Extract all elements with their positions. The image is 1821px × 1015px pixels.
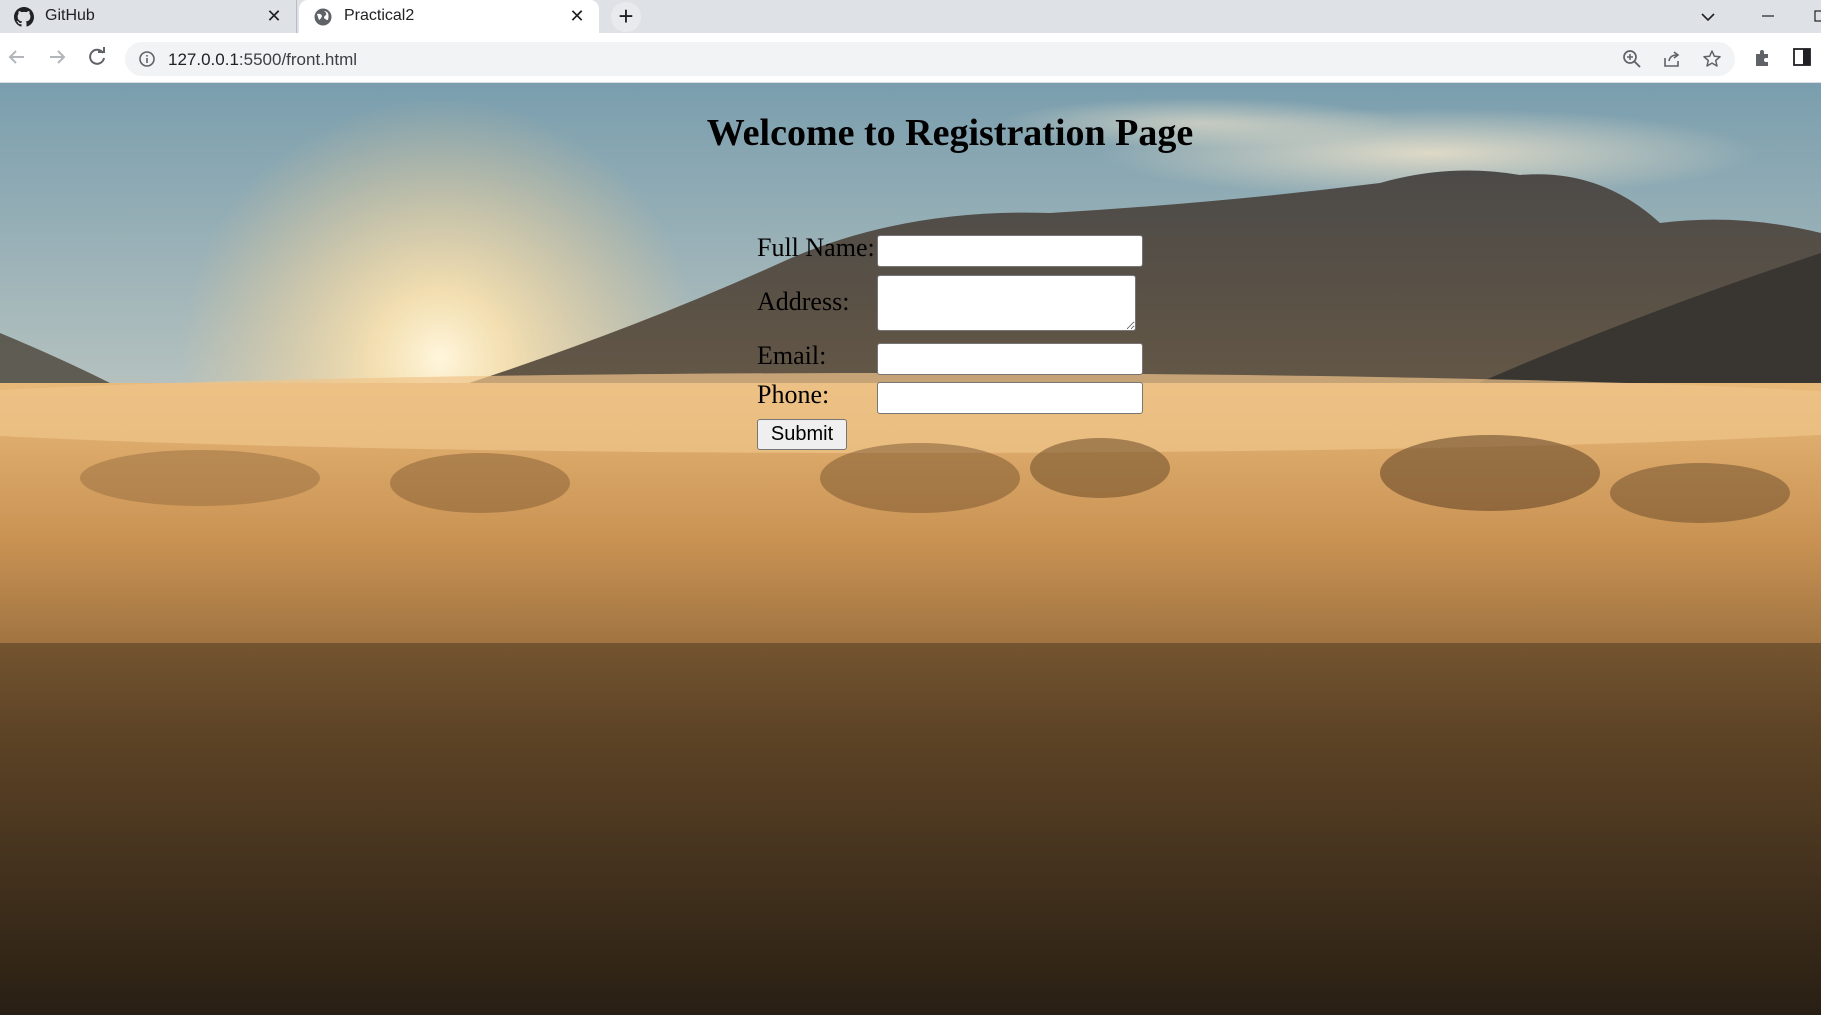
address-label: Address:	[757, 287, 850, 316]
url-text: 127.0.0.1:5500/front.html	[168, 50, 357, 70]
full-name-label: Full Name:	[757, 233, 875, 262]
phone-label: Phone:	[757, 380, 830, 409]
tab-github[interactable]: GitHub ✕	[0, 0, 297, 33]
zoom-icon[interactable]	[1622, 49, 1642, 69]
phone-input[interactable]	[877, 382, 1143, 414]
url-path: :5500/front.html	[238, 50, 358, 69]
submit-button[interactable]: Submit	[757, 419, 847, 450]
tab-strip: GitHub ✕ Practical2 ✕ +	[0, 0, 1821, 33]
minimize-icon[interactable]	[1755, 4, 1781, 28]
email-label: Email:	[757, 341, 827, 370]
chevron-down-icon[interactable]	[1697, 6, 1719, 28]
close-tab-icon[interactable]: ✕	[264, 6, 284, 26]
email-input[interactable]	[877, 343, 1143, 375]
browser-toolbar: 127.0.0.1:5500/front.html	[0, 33, 1821, 83]
bookmark-star-icon[interactable]	[1702, 49, 1722, 69]
globe-icon	[314, 8, 332, 26]
reload-icon[interactable]	[85, 45, 109, 69]
background-image	[0, 83, 1821, 1015]
address-textarea[interactable]	[877, 275, 1136, 331]
page-title: Welcome to Registration Page	[706, 112, 1194, 154]
share-icon[interactable]	[1662, 49, 1682, 69]
forward-arrow-icon[interactable]	[45, 45, 69, 69]
tab-practical2[interactable]: Practical2 ✕	[299, 0, 599, 33]
full-name-input[interactable]	[877, 235, 1143, 267]
back-arrow-icon[interactable]	[5, 45, 29, 69]
close-tab-icon[interactable]: ✕	[567, 6, 587, 26]
address-bar[interactable]: 127.0.0.1:5500/front.html	[125, 42, 1735, 76]
maximize-icon[interactable]	[1810, 4, 1821, 28]
new-tab-button[interactable]: +	[611, 2, 641, 32]
side-panel-icon[interactable]	[1791, 46, 1813, 68]
tab-title: GitHub	[45, 7, 95, 24]
info-icon[interactable]	[138, 50, 156, 68]
url-host: 127.0.0.1	[168, 50, 239, 69]
tab-title: Practical2	[344, 7, 415, 24]
page-viewport: Welcome to Registration Page Full Name: …	[0, 83, 1821, 1015]
github-icon	[14, 7, 34, 27]
extensions-icon[interactable]	[1752, 46, 1774, 68]
